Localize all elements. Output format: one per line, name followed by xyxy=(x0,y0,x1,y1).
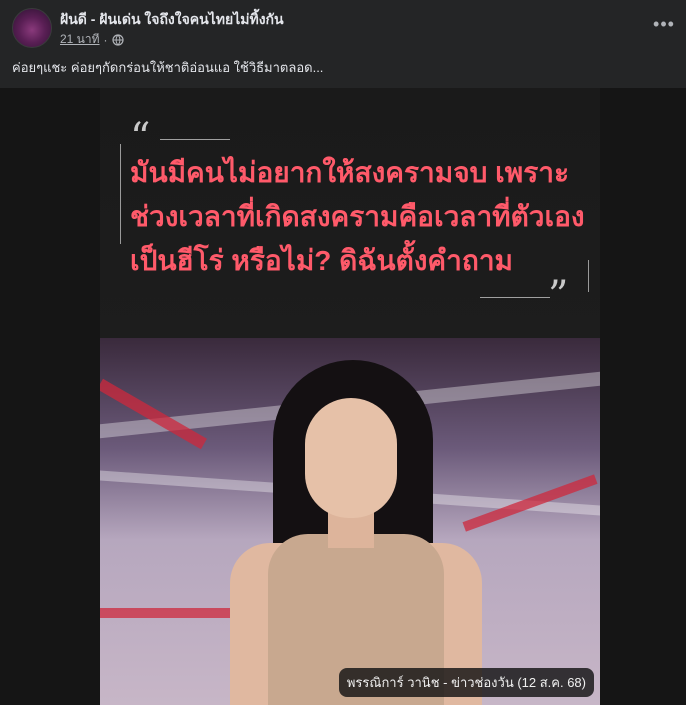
quote-bracket-right xyxy=(588,260,589,292)
quote-line-bottom xyxy=(480,297,550,298)
person-face xyxy=(305,398,397,518)
news-photo: พรรณิการ์ วานิช - ข่าวช่องวัน (12 ส.ค. 6… xyxy=(100,338,600,705)
post-caption: ค่อยๆแชะ ค่อยๆกัดกร่อนให้ชาติอ่อนแอ ใช้ว… xyxy=(12,60,324,75)
more-options-button[interactable]: ••• xyxy=(652,14,676,38)
quote-line-3: เป็นฮีโร่ หรือไม่? ดิฉันตั้งคำถาม xyxy=(130,245,514,276)
quote-line-top xyxy=(160,139,230,140)
studio-red-accent xyxy=(100,608,250,618)
page-name[interactable]: ฝันดี - ฝันเด่น ใจถึงใจคนไทยไม่ทิ้งกัน xyxy=(60,9,284,31)
post-image[interactable]: “ มันมีคนไม่อยากให้สงครามจบ เพราะ ช่วงเว… xyxy=(0,88,686,705)
globe-icon[interactable] xyxy=(111,33,124,46)
quote-line-1: มันมีคนไม่อยากให้สงครามจบ เพราะ xyxy=(130,157,569,188)
quote-panel: “ มันมีคนไม่อยากให้สงครามจบ เพราะ ช่วงเว… xyxy=(100,88,600,338)
separator-dot: · xyxy=(103,32,108,47)
post-header: ฝันดี - ฝันเด่น ใจถึงใจคนไทยไม่ทิ้งกัน 2… xyxy=(0,0,686,52)
quote-bracket-left xyxy=(120,144,121,244)
quote-line-2: ช่วงเวลาที่เกิดสงครามคือเวลาที่ตัวเอง xyxy=(130,201,585,232)
post-meta: 21 นาที · xyxy=(60,30,124,49)
page-avatar[interactable] xyxy=(12,8,52,48)
quote-text: มันมีคนไม่อยากให้สงครามจบ เพราะ ช่วงเวลา… xyxy=(130,151,590,283)
photo-credit: พรรณิการ์ วานิช - ข่าวช่องวัน (12 ส.ค. 6… xyxy=(338,668,594,697)
close-quote-mark: ” xyxy=(548,273,569,319)
image-frame: “ มันมีคนไม่อยากให้สงครามจบ เพราะ ช่วงเว… xyxy=(100,88,600,705)
post-timestamp[interactable]: 21 นาที xyxy=(60,30,100,49)
